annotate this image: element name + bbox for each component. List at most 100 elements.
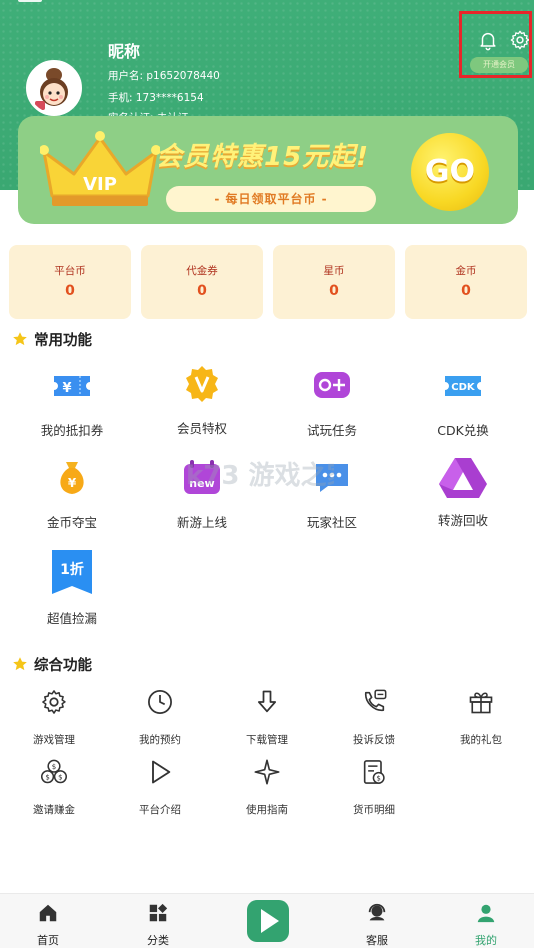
avatar[interactable] bbox=[26, 60, 82, 116]
tool-platform-intro[interactable]: 平台介绍 bbox=[106, 758, 214, 820]
phone-text: 手机: 173****6154 bbox=[108, 92, 204, 104]
wallet-card-gold-coin[interactable]: 金币 0 bbox=[405, 245, 527, 319]
go-button[interactable]: GO bbox=[411, 133, 489, 211]
tool-download-management[interactable]: 下载管理 bbox=[213, 688, 321, 750]
feature-coupons[interactable]: ¥ 我的抵扣券 bbox=[12, 366, 132, 446]
svg-text:CDK: CDK bbox=[451, 382, 476, 393]
gear-icon bbox=[42, 690, 66, 714]
tool-label: 下载管理 bbox=[246, 734, 288, 746]
tool-usage-guide[interactable]: 使用指南 bbox=[213, 758, 321, 820]
vip-badge-icon bbox=[186, 366, 218, 402]
tool-label: 使用指南 bbox=[246, 804, 288, 816]
feature-bargain[interactable]: 1折 超值捡漏 bbox=[12, 548, 132, 628]
gamepad-icon bbox=[314, 372, 350, 398]
status-bar-fragment bbox=[18, 0, 42, 2]
center-play-button[interactable] bbox=[245, 898, 291, 944]
category-icon bbox=[149, 903, 168, 922]
vip-label: VIP bbox=[83, 174, 117, 195]
tool-game-management[interactable]: 游戏管理 bbox=[0, 688, 108, 750]
vip-crown-icon: VIP bbox=[40, 131, 160, 206]
svg-text:$: $ bbox=[52, 763, 56, 771]
tool-currency-details[interactable]: $ 货币明细 bbox=[320, 758, 428, 820]
tool-label: 我的礼包 bbox=[460, 734, 502, 746]
card-label: 星币 bbox=[323, 265, 345, 277]
tool-my-gifts[interactable]: 我的礼包 bbox=[427, 688, 534, 750]
feature-label: CDK兑换 bbox=[437, 423, 489, 438]
feature-vip-privilege[interactable]: 会员特权 bbox=[142, 364, 262, 444]
nickname[interactable]: 昵称 bbox=[108, 38, 140, 62]
coins-icon: $ $ $ bbox=[40, 759, 68, 784]
discount-tag-icon: 1折 bbox=[52, 550, 92, 594]
section-title-text: 常用功能 bbox=[34, 333, 92, 349]
svg-text:$: $ bbox=[376, 775, 380, 783]
feature-label: 金币夺宝 bbox=[46, 515, 97, 530]
card-value: 0 bbox=[329, 283, 339, 299]
wallet-cards: 平台币 0 代金券 0 星币 0 金币 0 bbox=[9, 245, 527, 319]
section-title-text: 综合功能 bbox=[34, 658, 92, 674]
tool-label: 平台介绍 bbox=[139, 804, 181, 816]
feature-label: 超值捡漏 bbox=[46, 611, 97, 626]
tool-label: 邀请赚金 bbox=[33, 804, 75, 816]
section-title-tools: 综合功能 bbox=[12, 654, 92, 675]
nav-profile[interactable]: 我的 bbox=[436, 894, 534, 948]
tool-label: 投诉反馈 bbox=[353, 734, 395, 746]
tool-label: 游戏管理 bbox=[33, 734, 75, 746]
card-label: 金币 bbox=[455, 265, 477, 277]
svg-text:$: $ bbox=[58, 774, 62, 782]
card-label: 平台币 bbox=[54, 265, 86, 277]
wallet-card-star-coin[interactable]: 星币 0 bbox=[273, 245, 395, 319]
play-outline-icon bbox=[152, 760, 171, 784]
banner-subtitle: - 每日领取平台币 - bbox=[166, 186, 376, 212]
svg-text:$: $ bbox=[45, 774, 49, 782]
tool-label: 我的预约 bbox=[139, 734, 181, 746]
feature-cdk-redeem[interactable]: CDK CDK兑换 bbox=[403, 366, 523, 446]
nav-label: 首页 bbox=[37, 934, 59, 947]
sparkle-icon bbox=[254, 759, 280, 785]
feature-label: 会员特权 bbox=[176, 421, 227, 436]
svg-text:k73 游戏之家 .com: k73 游戏之家 .com bbox=[186, 460, 334, 491]
tool-complaint-feedback[interactable]: 投诉反馈 bbox=[320, 688, 428, 750]
card-value: 0 bbox=[65, 283, 75, 299]
feature-trial-tasks[interactable]: 试玩任务 bbox=[272, 366, 392, 446]
svg-text:¥: ¥ bbox=[68, 476, 77, 490]
nav-label: 我的 bbox=[475, 934, 497, 947]
wallet-card-voucher[interactable]: 代金券 0 bbox=[141, 245, 263, 319]
vip-banner[interactable]: VIP 会员特惠15元起! - 每日领取平台币 - GO bbox=[18, 116, 518, 224]
wallet-card-platform-coin[interactable]: 平台币 0 bbox=[9, 245, 131, 319]
star-icon bbox=[13, 657, 27, 671]
section-title-common: 常用功能 bbox=[12, 329, 92, 350]
highlight-box bbox=[459, 11, 532, 78]
feature-gold-treasure[interactable]: ¥ 金币夺宝 bbox=[12, 458, 132, 538]
download-icon bbox=[257, 690, 277, 713]
nav-customer-service[interactable]: 客服 bbox=[327, 894, 427, 948]
customer-service-icon bbox=[368, 903, 386, 921]
tool-invite-earn[interactable]: $ $ $ 邀请赚金 bbox=[0, 758, 108, 820]
card-value: 0 bbox=[461, 283, 471, 299]
username-text: 用户名: p1652078440 bbox=[108, 70, 220, 82]
tool-label: 货币明细 bbox=[353, 804, 395, 816]
clock-icon bbox=[148, 690, 172, 714]
feature-label: 我的抵扣券 bbox=[40, 423, 104, 438]
feature-label: 新游上线 bbox=[176, 515, 227, 530]
feature-label: 转游回收 bbox=[437, 513, 488, 528]
bill-icon: $ bbox=[363, 760, 385, 784]
nav-category[interactable]: 分类 bbox=[108, 894, 208, 948]
svg-text:1折: 1折 bbox=[60, 561, 84, 578]
feature-transfer-recycle[interactable]: 转游回收 bbox=[403, 456, 523, 536]
card-label: 代金券 bbox=[186, 265, 218, 277]
money-bag-icon: ¥ bbox=[60, 462, 84, 494]
watermark: k73 游戏之家 .com bbox=[184, 456, 432, 496]
nav-label: 客服 bbox=[366, 934, 388, 947]
nav-label: 分类 bbox=[147, 934, 169, 947]
phone-feedback-icon bbox=[365, 689, 387, 711]
cdk-icon: CDK bbox=[445, 376, 481, 396]
tool-my-reservations[interactable]: 我的预约 bbox=[106, 688, 214, 750]
gift-icon bbox=[469, 692, 493, 714]
card-value: 0 bbox=[197, 283, 207, 299]
feature-label: 试玩任务 bbox=[306, 423, 357, 438]
feature-label: 玩家社区 bbox=[306, 515, 357, 530]
star-icon bbox=[13, 332, 27, 346]
nav-home[interactable]: 首页 bbox=[0, 894, 98, 948]
profile-icon bbox=[477, 904, 495, 923]
home-icon bbox=[39, 904, 57, 922]
